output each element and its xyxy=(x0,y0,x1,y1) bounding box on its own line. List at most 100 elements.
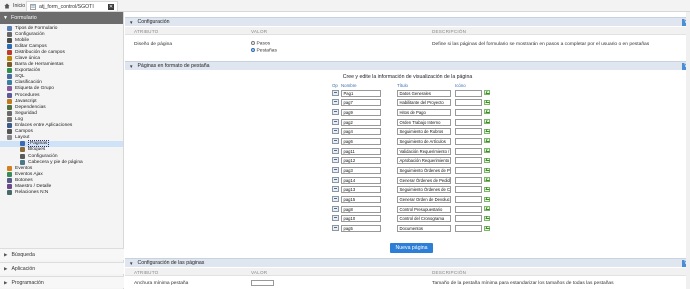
page-icon-input[interactable] xyxy=(455,196,482,204)
page-title-input[interactable]: Seguimiento de Artículos xyxy=(397,137,451,145)
page-icon-input[interactable] xyxy=(455,108,482,116)
page-icon-input[interactable] xyxy=(455,186,482,194)
page-title-input[interactable]: Control Presupuestario xyxy=(397,205,451,213)
row-options-icon[interactable] xyxy=(332,147,339,154)
page-name-input[interactable]: pag12 xyxy=(341,157,381,165)
tab-application-label: atj_form_control/SGOTI xyxy=(39,3,94,10)
row-options-icon[interactable] xyxy=(332,225,339,232)
page-title-input[interactable]: Aprobación Requerimiento xyxy=(397,157,451,165)
sidebar-item[interactable]: Relaciones N:N xyxy=(0,190,123,196)
section-header-tab-pages[interactable]: ▼ Páginas en formato de pestaña ? xyxy=(125,61,690,70)
row-options-icon[interactable] xyxy=(332,89,339,96)
page-title-input[interactable]: Habilitante del Proyecto xyxy=(397,99,451,107)
page-name-input[interactable]: pag2 xyxy=(341,118,381,126)
image-picker-icon[interactable] xyxy=(484,109,490,115)
sidebar-header-form[interactable]: ▼ Formulario xyxy=(0,12,123,24)
image-picker-icon[interactable] xyxy=(484,177,490,183)
table-row: pag9 Hitos de Pago xyxy=(331,107,490,117)
row-options-icon[interactable] xyxy=(332,108,339,115)
page-name-input[interactable]: pag10 xyxy=(341,215,381,223)
row-options-icon[interactable] xyxy=(332,167,339,173)
page-icon-input[interactable] xyxy=(455,167,482,174)
image-picker-icon[interactable] xyxy=(484,225,490,231)
page-title-input[interactable]: Seguimiento Órdenes de Compra xyxy=(397,186,451,194)
sidebar-section-programming[interactable]: ▶ Programación xyxy=(0,276,124,288)
min-tab-width-input[interactable] xyxy=(251,280,274,286)
page-name-input[interactable]: pag15 xyxy=(341,196,381,204)
row-options-icon[interactable] xyxy=(332,137,339,144)
page-title-input[interactable]: Generar Órdenes de Pedido xyxy=(397,176,451,184)
page-icon-input[interactable] xyxy=(455,118,482,126)
page-icon-input[interactable] xyxy=(455,89,482,97)
page-name-input[interactable]: pag4 xyxy=(341,128,381,136)
page-title-input[interactable]: Datos Generales xyxy=(397,89,451,97)
page-title-input[interactable]: Orden Trabajo Interno xyxy=(397,118,451,126)
row-options-icon[interactable] xyxy=(332,205,339,212)
image-picker-icon[interactable] xyxy=(484,148,490,154)
page-title-input[interactable]: Seguimiento Órdenes de Pedido xyxy=(397,167,451,174)
new-page-button[interactable]: Nueva página xyxy=(390,243,433,253)
sidebar-item-label: Eventos xyxy=(15,165,33,171)
page-icon-input[interactable] xyxy=(455,99,482,107)
page-icon-input[interactable] xyxy=(455,128,482,136)
image-picker-icon[interactable] xyxy=(484,90,490,95)
image-picker-icon[interactable] xyxy=(484,99,490,105)
sidebar-section-label: Aplicación xyxy=(11,265,36,272)
image-picker-icon[interactable] xyxy=(484,138,490,144)
radio-tabs[interactable]: Pestañas xyxy=(251,48,277,53)
page-title-input[interactable]: Control del Cronograma xyxy=(397,215,451,223)
page-name-input[interactable]: pag13 xyxy=(341,186,381,194)
section-title: Páginas en formato de pestaña xyxy=(137,63,210,69)
image-picker-icon[interactable] xyxy=(484,157,490,163)
page-icon-input[interactable] xyxy=(455,215,482,223)
tab-application[interactable]: atj_form_control/SGOTI ✕ xyxy=(26,1,118,11)
radio-steps[interactable]: Pasos xyxy=(251,41,270,46)
events-icon xyxy=(7,165,12,171)
chevron-right-icon: ▶ xyxy=(4,265,8,271)
image-picker-icon[interactable] xyxy=(484,215,490,221)
image-picker-icon[interactable] xyxy=(484,167,490,173)
image-picker-icon[interactable] xyxy=(484,186,490,192)
page-title-input[interactable]: Hitos de Pago xyxy=(397,108,451,116)
main-scrollbar[interactable] xyxy=(686,12,690,289)
page-name-input[interactable]: pag5 xyxy=(341,225,381,233)
page-name-input[interactable]: pag6 xyxy=(341,137,381,145)
row-options-icon[interactable] xyxy=(332,215,339,222)
image-picker-icon[interactable] xyxy=(484,206,490,212)
sidebar-section-search[interactable]: ▶ Búsqueda xyxy=(0,248,124,260)
page-icon-input[interactable] xyxy=(455,205,482,213)
row-options-icon[interactable] xyxy=(332,99,339,106)
row-options-icon[interactable] xyxy=(332,176,339,183)
page-icon-input[interactable] xyxy=(455,225,482,233)
row-options-icon[interactable] xyxy=(332,186,339,193)
sidebar-section-application[interactable]: ▶ Aplicación xyxy=(0,262,124,274)
image-picker-icon[interactable] xyxy=(484,119,490,125)
row-options-icon[interactable] xyxy=(332,128,339,135)
page-name-input[interactable]: Pag1 xyxy=(341,89,381,97)
section-header-configuration[interactable]: ▼ Configuración ? xyxy=(125,17,690,26)
page-name-input[interactable]: pag8 xyxy=(341,205,381,213)
close-icon[interactable]: ✕ xyxy=(108,3,114,10)
section-header-pages-config[interactable]: ▼ Configuración de las páginas ? xyxy=(125,258,690,267)
page-name-input[interactable]: pag3 xyxy=(341,167,381,174)
page-name-input[interactable]: pag9 xyxy=(341,108,381,116)
page-name-input[interactable]: pag11 xyxy=(341,147,381,155)
page-icon-input[interactable] xyxy=(455,137,482,145)
page-name-input[interactable]: pag7 xyxy=(341,99,381,107)
image-picker-icon[interactable] xyxy=(484,196,490,202)
sort-icon xyxy=(7,80,12,86)
image-picker-icon[interactable] xyxy=(484,128,490,134)
page-title-input[interactable]: Generar Orden de Devolución xyxy=(397,196,451,204)
page-title-input[interactable]: Validación Requerimiento / Orden xyxy=(397,147,451,155)
page-title-input[interactable]: Seguimiento de Rubros xyxy=(397,128,451,136)
row-options-icon[interactable] xyxy=(332,118,339,125)
page-icon-input[interactable] xyxy=(455,157,482,165)
page-icon-input[interactable] xyxy=(455,147,482,155)
row-options-icon[interactable] xyxy=(332,157,339,164)
page-title-input[interactable]: Documentos xyxy=(397,225,451,233)
tab-home[interactable]: Inicio xyxy=(1,1,26,11)
sidebar-item-label: Relaciones N:N xyxy=(15,190,49,196)
row-options-icon[interactable] xyxy=(332,196,339,203)
page-name-input[interactable]: pag14 xyxy=(341,176,381,184)
page-icon-input[interactable] xyxy=(455,176,482,184)
